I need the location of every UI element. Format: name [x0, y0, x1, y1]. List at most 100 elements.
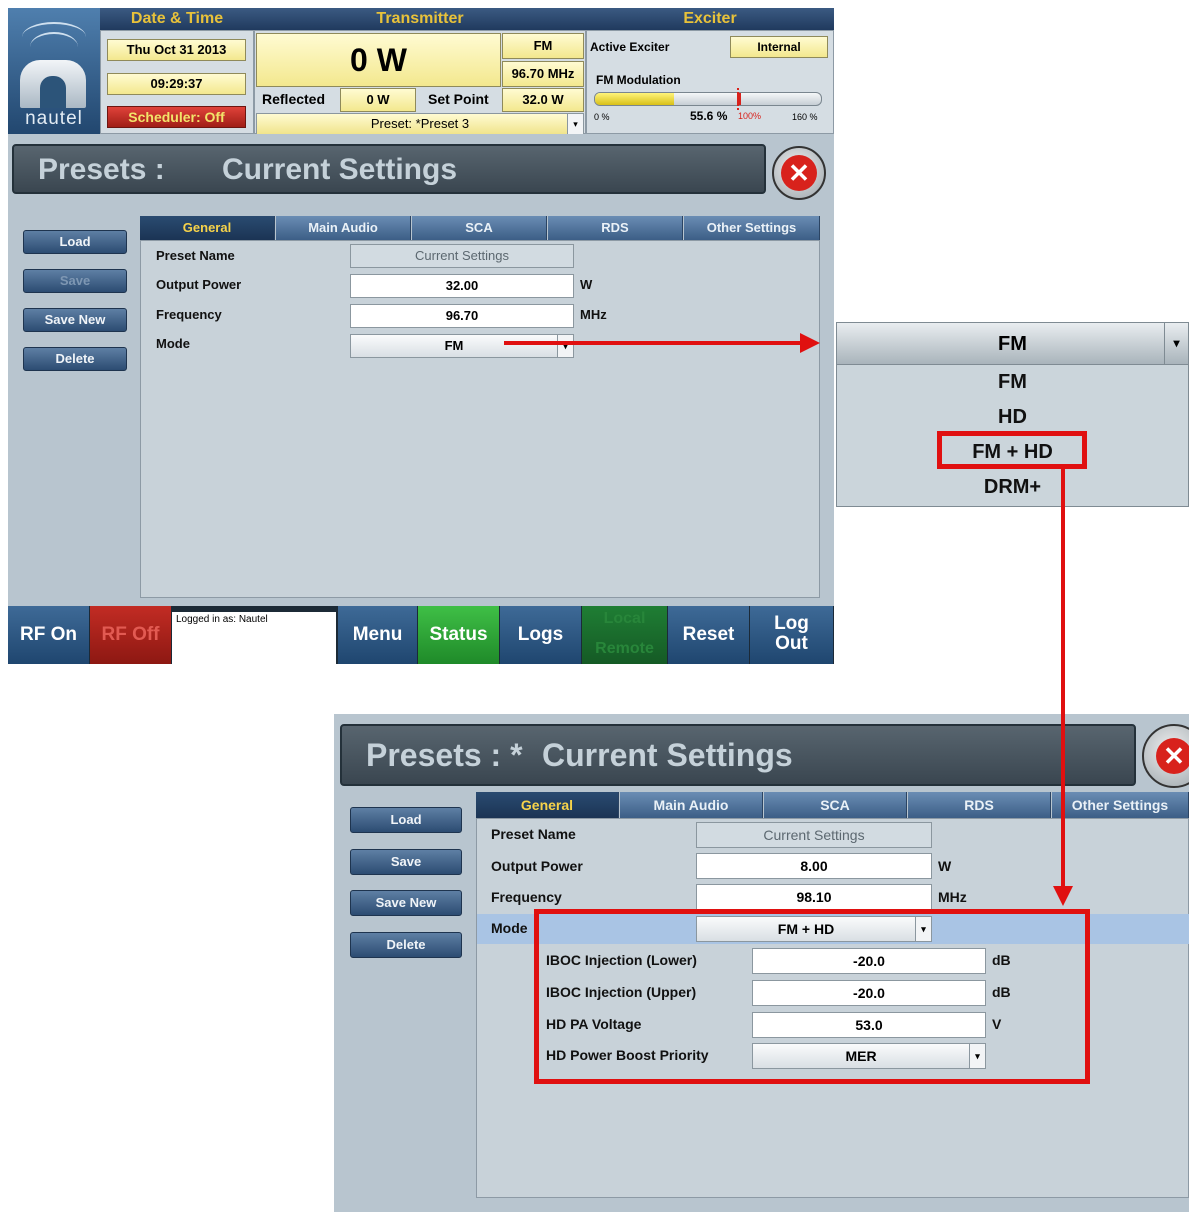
local-remote-toggle[interactable]: Local Remote — [582, 606, 668, 664]
annotation-arrow-line — [504, 341, 804, 345]
mode-label-2: Mode — [491, 920, 528, 936]
delete-button[interactable]: Delete — [23, 347, 127, 371]
local-label: Local — [603, 610, 646, 627]
transmitter-screen-1: nautel Date & Time Thu Oct 31 2013 09:29… — [8, 8, 834, 664]
log-out-line-2: Out — [775, 633, 808, 654]
page-title-prefix-2: Presets : * — [366, 737, 523, 773]
output-power-label-2: Output Power — [491, 858, 583, 874]
mode-select[interactable]: FM ▾ — [350, 334, 574, 358]
presets-content: Presets : Current Settings ✕ Load Save S… — [8, 134, 834, 606]
output-power-label: Output Power — [156, 277, 242, 292]
log-out-line-1: Log — [774, 613, 809, 634]
reflected-value: 0 W — [340, 88, 416, 112]
load-button[interactable]: Load — [23, 230, 127, 254]
close-icon: ✕ — [1156, 738, 1189, 774]
mode-dropdown-header[interactable]: FM ▾ — [837, 323, 1188, 365]
chevron-down-icon: ▾ — [557, 335, 573, 357]
mode-select-value: FM — [444, 338, 464, 353]
save-button[interactable]: Save — [23, 269, 127, 293]
rf-off-button[interactable]: RF Off — [90, 606, 172, 664]
output-power-field-2[interactable]: 8.00 — [696, 853, 932, 879]
output-power-unit: W — [580, 277, 593, 292]
close-icon: ✕ — [781, 155, 817, 191]
preset-name-label: Preset Name — [156, 248, 235, 263]
tab-sca-2[interactable]: SCA — [764, 792, 907, 818]
mode-option-hd[interactable]: HD — [837, 400, 1188, 434]
page-title: Current Settings — [222, 153, 458, 186]
transmitter-header: Transmitter — [254, 8, 586, 30]
rf-on-button[interactable]: RF On — [8, 606, 90, 664]
date-time-header: Date & Time — [100, 8, 254, 30]
tab-rds[interactable]: RDS — [548, 216, 683, 240]
mod-min-label: 0 % — [594, 112, 610, 122]
status-button[interactable]: Status — [418, 606, 500, 664]
scheduler-button[interactable]: Scheduler: Off — [107, 106, 246, 128]
tab-general-2[interactable]: General — [476, 792, 619, 818]
remote-label: Remote — [595, 640, 654, 657]
active-exciter-value: Internal — [730, 36, 828, 58]
tab-sca[interactable]: SCA — [412, 216, 547, 240]
page-title-prefix: Presets : — [38, 153, 165, 186]
arrow-right-icon — [800, 333, 820, 353]
page-title-2: Current Settings — [542, 737, 793, 773]
reflected-label: Reflected — [262, 91, 326, 107]
frequency-unit-2: MHz — [938, 889, 967, 905]
mode-option-fm[interactable]: FM — [837, 365, 1188, 399]
delete-button-2[interactable]: Delete — [350, 932, 462, 958]
annotation-arrow-line-vertical — [1061, 469, 1065, 889]
set-point-value: 32.0 W — [502, 88, 584, 112]
fm-modulation-meter — [594, 92, 822, 106]
fm-modulation-100-marker — [737, 88, 739, 110]
frequency-field[interactable]: 96.70 — [350, 304, 574, 328]
mode-dropdown-popup: FM ▾ FM HD FM + HD DRM+ — [836, 322, 1189, 507]
logs-button[interactable]: Logs — [500, 606, 582, 664]
output-power-unit-2: W — [938, 858, 952, 874]
annotation-highlight-fm-hd — [937, 431, 1087, 469]
preset-select[interactable]: Preset: *Preset 3 ▾ — [256, 113, 584, 135]
reset-button[interactable]: Reset — [668, 606, 750, 664]
chevron-down-icon: ▾ — [567, 114, 583, 134]
annotation-highlight-hd-settings — [534, 909, 1090, 1084]
save-new-button[interactable]: Save New — [23, 308, 127, 332]
signal-arc-icon-2 — [30, 32, 78, 62]
time-display: 09:29:37 — [107, 73, 246, 95]
logged-in-status: Logged in as: Nautel — [172, 612, 336, 664]
forward-power-display: 0 W — [256, 33, 501, 87]
save-button-2[interactable]: Save — [350, 849, 462, 875]
date-display: Thu Oct 31 2013 — [107, 39, 246, 61]
tab-main-audio-2[interactable]: Main Audio — [620, 792, 763, 818]
page-title-bar: Presets : Current Settings — [12, 144, 766, 194]
nautel-emblem-icon — [20, 60, 86, 108]
fm-modulation-label: FM Modulation — [596, 73, 681, 87]
save-new-button-2[interactable]: Save New — [350, 890, 462, 916]
brand-name: nautel — [25, 108, 83, 129]
fm-modulation-fill — [595, 93, 674, 105]
exciter-header: Exciter — [586, 8, 834, 30]
tab-other-settings-2[interactable]: Other Settings — [1052, 792, 1189, 818]
output-power-field[interactable]: 32.00 — [350, 274, 574, 298]
close-button[interactable]: ✕ — [772, 146, 826, 200]
mod-value-label: 55.6 % — [690, 109, 728, 123]
menu-button[interactable]: Menu — [338, 606, 418, 664]
arrow-down-icon — [1053, 886, 1073, 906]
close-button-2[interactable]: ✕ — [1142, 724, 1189, 788]
load-button-2[interactable]: Load — [350, 807, 462, 833]
active-exciter-label: Active Exciter — [590, 40, 670, 54]
tab-other-settings[interactable]: Other Settings — [684, 216, 820, 240]
tab-rds-2[interactable]: RDS — [908, 792, 1051, 818]
preset-select-value: Preset: *Preset 3 — [370, 116, 470, 131]
chevron-down-icon: ▾ — [1164, 323, 1188, 364]
mode-display: FM — [502, 33, 584, 59]
mode-label: Mode — [156, 336, 190, 351]
frequency-unit: MHz — [580, 307, 607, 322]
tab-main-audio[interactable]: Main Audio — [276, 216, 411, 240]
frequency-field-2[interactable]: 98.10 — [696, 884, 932, 910]
mod-100-label: 100% — [738, 111, 762, 121]
log-out-button[interactable]: Log Out — [750, 606, 834, 664]
preset-name-field-2: Current Settings — [696, 822, 932, 848]
page-title-bar-2: Presets : * Current Settings — [340, 724, 1136, 786]
mode-option-drm[interactable]: DRM+ — [837, 470, 1188, 504]
tab-general[interactable]: General — [140, 216, 275, 240]
frequency-label: Frequency — [156, 307, 222, 322]
mod-max-label: 160 % — [792, 112, 818, 122]
